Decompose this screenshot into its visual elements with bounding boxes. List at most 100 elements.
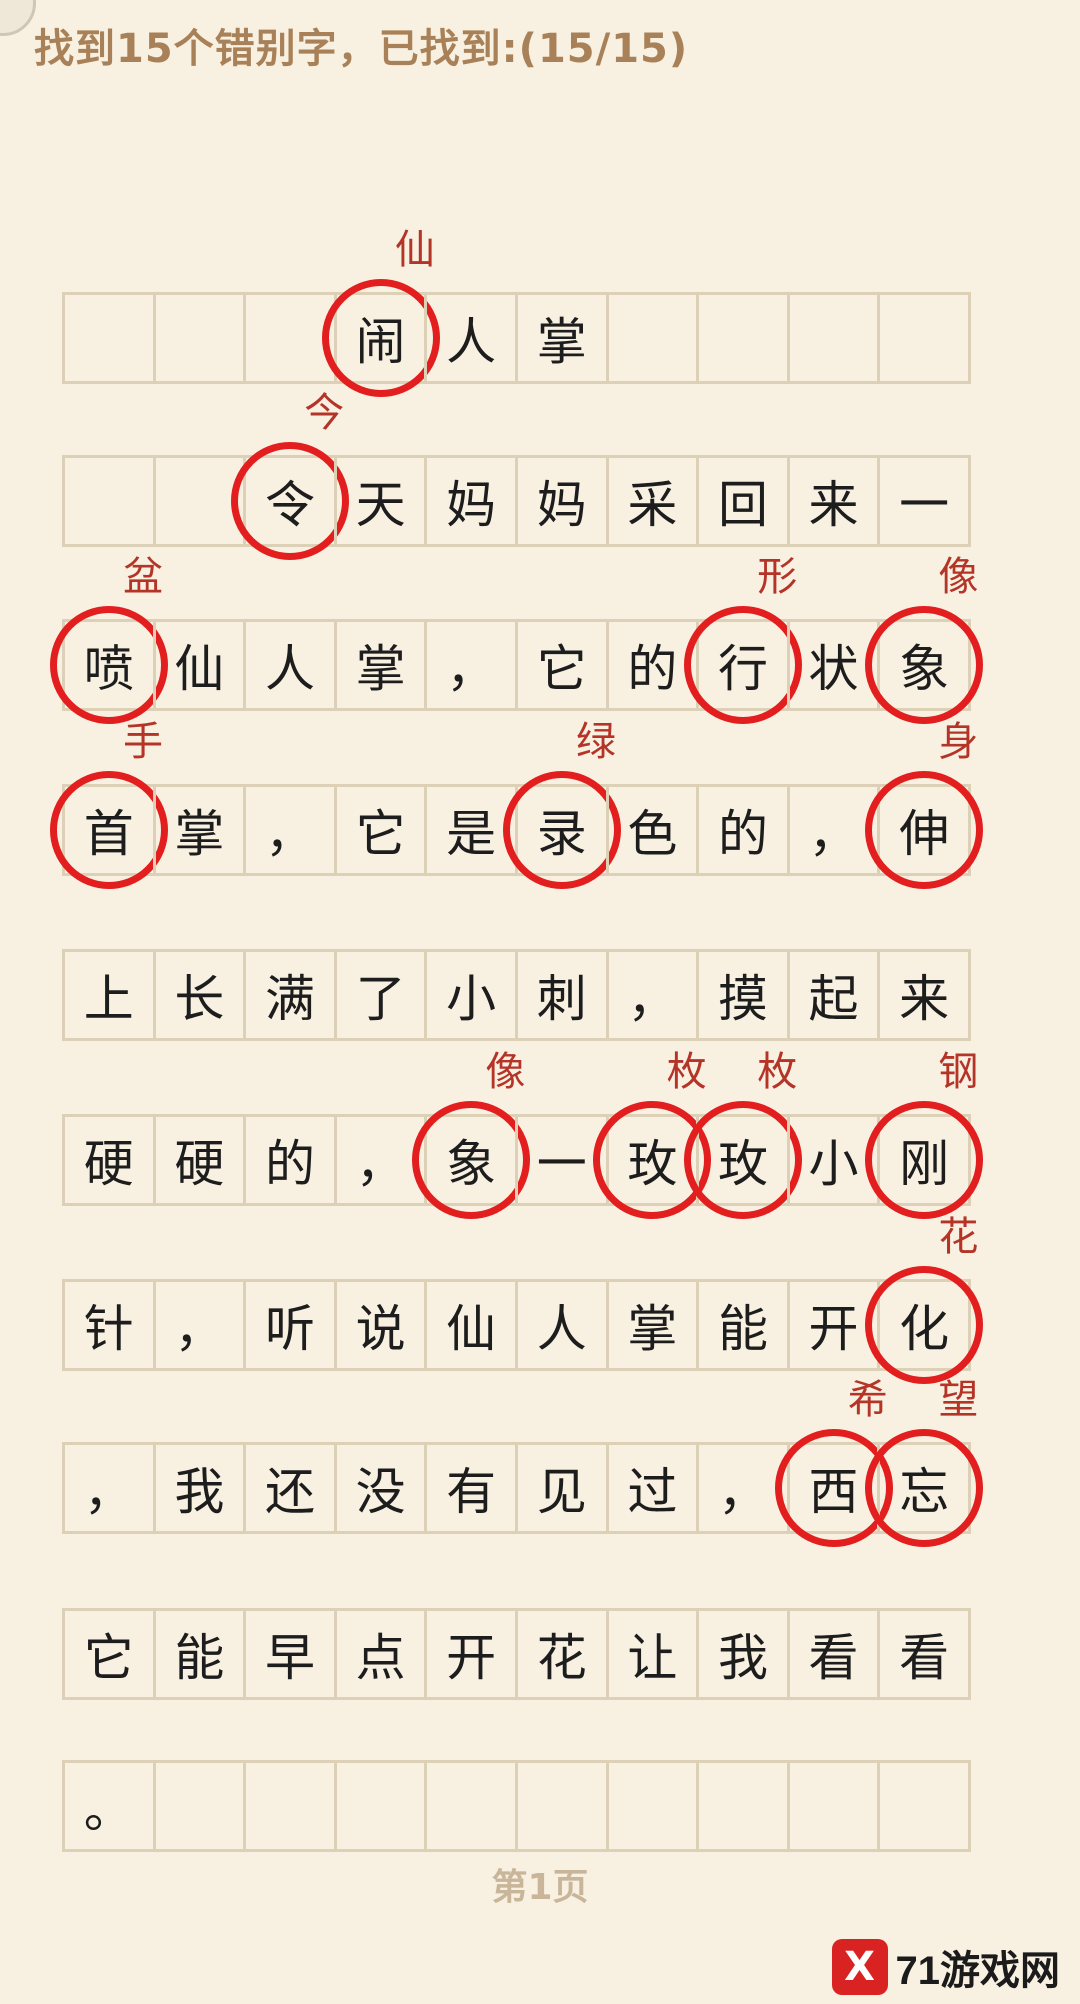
grid-cell[interactable]: 小 (786, 1114, 881, 1206)
grid-cell[interactable]: ， (605, 949, 700, 1041)
grid-cell[interactable]: 的 (696, 784, 790, 876)
grid-cell[interactable]: 仙 (424, 1279, 518, 1371)
grid-cell[interactable]: 我 (696, 1608, 790, 1700)
grid-cell[interactable]: 色 (605, 784, 700, 876)
grid-cell[interactable] (243, 292, 337, 384)
grid-cell[interactable]: ， (152, 1279, 247, 1371)
grid-cell[interactable]: 的 (243, 1114, 337, 1206)
grid-cell[interactable]: 见 (514, 1442, 609, 1534)
grid-cell[interactable]: 掌 (605, 1279, 700, 1371)
grid-cell[interactable]: 人 (424, 292, 518, 384)
grid-cell[interactable]: 还 (243, 1442, 337, 1534)
grid-cell[interactable]: ， (62, 1442, 156, 1534)
grid-cell[interactable]: 妈 (514, 455, 609, 547)
grid-cell[interactable]: 满 (243, 949, 337, 1041)
grid-cell[interactable] (62, 292, 156, 384)
grid-cell[interactable]: 天 (333, 455, 428, 547)
grid-cell[interactable] (514, 1760, 609, 1852)
grid-cell[interactable]: 它 (333, 784, 428, 876)
wrong-char-cell[interactable]: 伸身 (865, 719, 984, 889)
grid-cell[interactable] (424, 1760, 518, 1852)
wrong-char-cell[interactable]: 象像 (865, 554, 984, 724)
grid-cell[interactable]: 摸 (696, 949, 790, 1041)
grid-cell[interactable]: 来 (786, 455, 881, 547)
wrong-char-cell[interactable]: 玫枚 (593, 1049, 712, 1219)
grid-cell[interactable]: 状 (786, 619, 881, 711)
grid-cell[interactable]: 开 (424, 1608, 518, 1700)
grid-cell[interactable] (786, 1760, 881, 1852)
grid-cell[interactable]: 仙 (152, 619, 247, 711)
grid-cell[interactable]: 针 (62, 1279, 156, 1371)
wrong-char-cell[interactable]: 象像 (412, 1049, 531, 1219)
grid-cell[interactable]: 没 (333, 1442, 428, 1534)
grid-cell[interactable]: 刺 (514, 949, 609, 1041)
wrong-char-cell[interactable]: 喷盆 (49, 554, 168, 724)
grid-cell[interactable] (696, 292, 790, 384)
wrong-char-cell[interactable]: 刚钢 (865, 1049, 984, 1219)
grid-cell[interactable] (243, 1760, 337, 1852)
grid-cell[interactable]: 看 (786, 1608, 881, 1700)
grid-cell[interactable] (786, 292, 881, 384)
grid-cell[interactable]: 能 (696, 1279, 790, 1371)
grid-cell[interactable]: 了 (333, 949, 428, 1041)
grid-cell[interactable]: 来 (877, 949, 971, 1041)
wrong-char-cell[interactable]: 西希 (774, 1377, 893, 1547)
wrong-char-cell[interactable]: 化花 (865, 1214, 984, 1384)
grid-cell[interactable]: 采 (605, 455, 700, 547)
grid-cell[interactable]: 我 (152, 1442, 247, 1534)
grid-cell[interactable]: ， (786, 784, 881, 876)
grid-cell[interactable] (605, 1760, 700, 1852)
grid-cell[interactable]: 硬 (152, 1114, 247, 1206)
grid-cell[interactable] (152, 1760, 247, 1852)
grid-cell[interactable]: 妈 (424, 455, 518, 547)
grid-cell[interactable]: ， (696, 1442, 790, 1534)
grid-cell[interactable]: 掌 (333, 619, 428, 711)
grid-cell[interactable]: ， (424, 619, 518, 711)
grid-cell[interactable] (696, 1760, 790, 1852)
grid-cell[interactable]: 掌 (152, 784, 247, 876)
wrong-char-cell[interactable]: 行形 (683, 554, 802, 724)
grid-cell[interactable]: 人 (243, 619, 337, 711)
grid-cell[interactable]: 回 (696, 455, 790, 547)
wrong-char-cell[interactable]: 闹仙 (321, 227, 440, 397)
grid-cell[interactable] (62, 455, 156, 547)
grid-cell[interactable]: 掌 (514, 292, 609, 384)
grid-cell[interactable]: ， (333, 1114, 428, 1206)
grid-cell[interactable]: 是 (424, 784, 518, 876)
grid-cell[interactable]: 让 (605, 1608, 700, 1700)
wrong-char-cell[interactable]: 玫枚 (683, 1049, 802, 1219)
grid-cell[interactable]: 说 (333, 1279, 428, 1371)
grid-cell[interactable]: 人 (514, 1279, 609, 1371)
grid-cell[interactable] (152, 455, 247, 547)
wrong-char-cell[interactable]: 忘望 (865, 1377, 984, 1547)
wrong-char-cell[interactable]: 首手 (49, 719, 168, 889)
grid-cell[interactable]: 过 (605, 1442, 700, 1534)
grid-cell[interactable] (152, 292, 247, 384)
grid-cell[interactable]: 它 (62, 1608, 156, 1700)
grid-cell[interactable]: 一 (877, 455, 971, 547)
grid-cell[interactable]: 上 (62, 949, 156, 1041)
grid-cell[interactable] (333, 1760, 428, 1852)
grid-cell[interactable]: 起 (786, 949, 881, 1041)
grid-cell[interactable]: 花 (514, 1608, 609, 1700)
grid-cell[interactable]: 有 (424, 1442, 518, 1534)
grid-cell[interactable]: 看 (877, 1608, 971, 1700)
grid-cell[interactable]: 的 (605, 619, 700, 711)
grid-cell[interactable]: 开 (786, 1279, 881, 1371)
grid-cell[interactable]: 长 (152, 949, 247, 1041)
grid-cell[interactable]: 点 (333, 1608, 428, 1700)
grid-cell[interactable]: ， (243, 784, 337, 876)
wrong-char-cell[interactable]: 录绿 (502, 719, 621, 889)
grid-cell[interactable] (877, 1760, 971, 1852)
grid-cell[interactable]: 小 (424, 949, 518, 1041)
grid-cell[interactable] (605, 292, 700, 384)
grid-cell[interactable]: 一 (514, 1114, 609, 1206)
grid-cell[interactable]: 。 (62, 1760, 156, 1852)
grid-cell[interactable] (877, 292, 971, 384)
grid-cell[interactable]: 硬 (62, 1114, 156, 1206)
grid-cell[interactable]: 能 (152, 1608, 247, 1700)
wrong-char-cell[interactable]: 令今 (230, 390, 349, 560)
grid-cell[interactable]: 它 (514, 619, 609, 711)
grid-cell[interactable]: 早 (243, 1608, 337, 1700)
grid-cell[interactable]: 听 (243, 1279, 337, 1371)
